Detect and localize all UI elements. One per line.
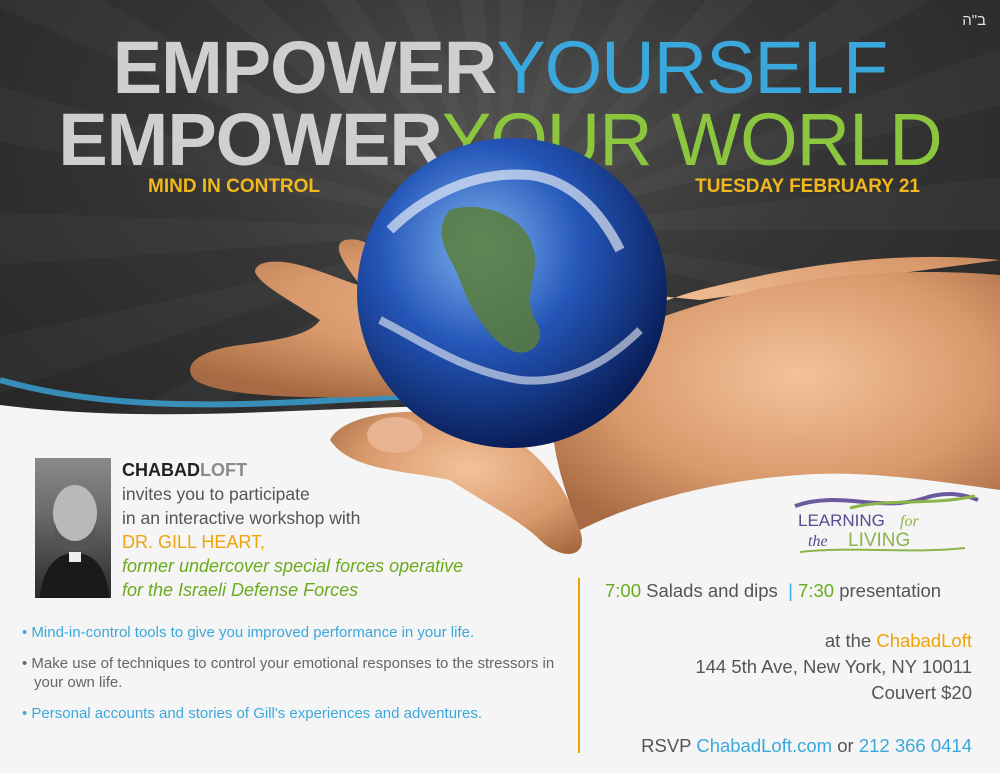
role-line-1: former undercover special forces operati… <box>122 556 464 576</box>
logo-for: for <box>900 513 919 530</box>
intro-line-2: in an interactive workshop with <box>122 508 361 528</box>
schedule-separator: | <box>788 580 793 601</box>
divider-line <box>578 578 580 753</box>
intro-line-1: invites you to participate <box>122 484 310 504</box>
venue-prefix: at the <box>824 630 872 651</box>
time-2: 7:30 <box>798 580 835 601</box>
venue-address: 144 5th Ave, New York, NY 10011 <box>695 656 972 677</box>
doctor-name: DR. GILL HEART, <box>122 532 266 552</box>
bullet-item: • Make use of techniques to control your… <box>22 655 555 691</box>
speaker-portrait-graphic <box>40 485 109 598</box>
bullet-list: • Mind-in-control tools to give you impr… <box>22 623 562 735</box>
bullet-item: • Personal accounts and stories of Gill'… <box>22 705 483 722</box>
rsvp-website-link[interactable]: ChabadLoft.com <box>696 735 832 756</box>
venue-line: at the ChabadLoft <box>695 628 972 654</box>
logo-the: the <box>808 533 828 550</box>
bullet-text: Make use of techniques to control your e… <box>31 655 555 691</box>
rsvp-line: RSVP ChabadLoft.com or 212 366 0414 <box>641 735 972 757</box>
time-1: 7:00 <box>605 580 642 601</box>
schedule: 7:00 Salads and dips | 7:30 presentation <box>605 580 941 602</box>
logo-learning: LEARNING <box>798 511 885 530</box>
brand-bold: CHABAD <box>122 460 200 480</box>
learning-for-the-living-logo: LEARNING for the LIVING <box>794 492 979 553</box>
rsvp-label: RSVP <box>641 735 692 756</box>
event-1: Salads and dips <box>646 580 778 601</box>
rsvp-or: or <box>837 735 854 756</box>
venue-name: ChabadLoft <box>876 630 972 651</box>
bullet-text: Mind-in-control tools to give you improv… <box>31 624 475 641</box>
bullet-text: Personal accounts and stories of Gill's … <box>31 705 483 722</box>
venue-couvert: Couvert $20 <box>871 682 972 703</box>
role-line-2: for the Israeli Defense Forces <box>122 580 359 600</box>
speaker-photo <box>35 458 111 598</box>
chabadloft-brand: CHABADLOFT <box>122 458 463 482</box>
logo-living: LIVING <box>848 530 910 551</box>
event-2: presentation <box>839 580 942 601</box>
rsvp-phone-link[interactable]: 212 366 0414 <box>859 735 972 756</box>
invitation-text: CHABADLOFT invites you to participate in… <box>122 458 463 602</box>
venue-info: at the ChabadLoft 144 5th Ave, New York,… <box>695 628 972 706</box>
brand-light: LOFT <box>200 460 247 480</box>
bullet-item: • Mind-in-control tools to give you impr… <box>22 624 475 641</box>
